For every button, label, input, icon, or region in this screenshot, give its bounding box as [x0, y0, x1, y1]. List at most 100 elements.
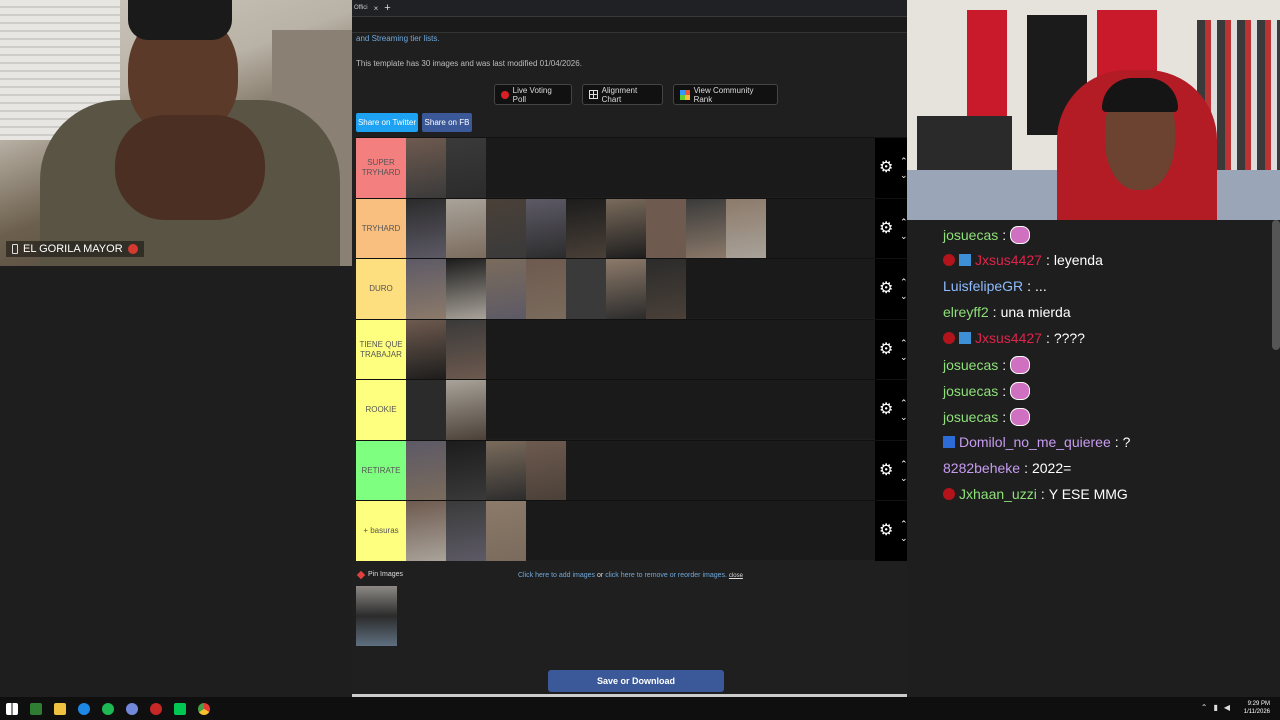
new-tab-icon[interactable]: + — [384, 2, 390, 14]
view-community-rank-button[interactable]: View Community Rank — [673, 84, 778, 105]
chevron-up-icon[interactable]: ⌃ — [900, 399, 907, 408]
browser-tab-title[interactable]: Offici — [354, 5, 368, 11]
tier-image[interactable] — [566, 198, 606, 259]
tier-image[interactable] — [406, 380, 446, 440]
chat-username[interactable]: Jxsus4427 — [975, 330, 1042, 346]
tier-label[interactable]: TRYHARD — [356, 198, 406, 259]
chevron-up-icon[interactable]: ⌃ — [1201, 703, 1208, 712]
description-link[interactable]: and Streaming tier lists. — [356, 34, 440, 43]
tier-label[interactable]: SUPER TRYHARD — [356, 138, 406, 198]
chevron-down-icon[interactable]: ⌄ — [900, 413, 907, 422]
chat-username[interactable]: josuecas — [943, 383, 998, 399]
tier-image[interactable] — [526, 198, 566, 259]
chevron-up-icon[interactable]: ⌃ — [900, 520, 907, 529]
chevron-down-icon[interactable]: ⌄ — [900, 473, 907, 483]
tier-image[interactable] — [406, 259, 446, 319]
chevron-up-icon[interactable]: ⌃ — [900, 459, 907, 469]
chat-username[interactable]: LuisfelipeGR — [943, 278, 1023, 294]
tier-image[interactable] — [406, 198, 446, 259]
gear-icon[interactable]: ⚙ — [879, 160, 893, 176]
taskbar-clock[interactable]: 9:29 PM 1/11/2026 — [1244, 700, 1270, 716]
tier-image[interactable] — [646, 198, 686, 259]
pin-images[interactable]: Pin Images — [356, 570, 403, 579]
chevron-up-icon[interactable]: ⌃ — [900, 338, 907, 348]
chevron-down-icon[interactable]: ⌄ — [900, 352, 907, 362]
alignment-chart-button[interactable]: Alignment Chart — [582, 84, 663, 105]
tier-image[interactable] — [486, 259, 526, 319]
taskbar-app-1[interactable] — [24, 697, 48, 720]
live-voting-poll-button[interactable]: Live Voting Poll — [494, 84, 572, 105]
unranked-image[interactable] — [356, 586, 397, 646]
tier-image[interactable] — [646, 259, 686, 319]
tier-image[interactable] — [606, 198, 646, 259]
chat-separator: : — [1002, 227, 1007, 243]
system-tray[interactable]: ⌃ ▮ ◀ — [1201, 703, 1230, 712]
gear-icon[interactable]: ⚙ — [879, 523, 893, 539]
address-bar[interactable] — [352, 17, 907, 33]
taskbar-explorer[interactable] — [48, 697, 72, 720]
tier-image[interactable] — [726, 198, 766, 259]
chevron-up-icon[interactable]: ⌃ — [900, 217, 907, 227]
remove-images-link[interactable]: click here to remove or reorder images. — [605, 572, 727, 579]
gear-icon[interactable]: ⚙ — [879, 402, 893, 418]
chevron-up-icon[interactable]: ⌃ — [900, 278, 907, 287]
chevron-down-icon[interactable]: ⌄ — [900, 231, 907, 241]
taskbar-app-2[interactable] — [168, 697, 192, 720]
chevron-up-icon[interactable]: ⌃ — [900, 157, 907, 166]
tier-label[interactable]: RETIRATE — [356, 440, 406, 501]
chat-username[interactable]: elreyff2 — [943, 304, 989, 320]
chat-username[interactable]: josuecas — [943, 357, 998, 373]
tier-image[interactable] — [446, 138, 486, 198]
tier-label[interactable]: DURO — [356, 259, 406, 319]
save-download-button[interactable]: Save or Download — [548, 670, 724, 692]
taskbar-discord[interactable] — [120, 697, 144, 720]
chat-username[interactable]: josuecas — [943, 227, 998, 243]
tier-image[interactable] — [526, 440, 566, 501]
tier-image[interactable] — [446, 501, 486, 561]
gear-icon[interactable]: ⚙ — [879, 220, 893, 237]
tier-image[interactable] — [446, 380, 486, 440]
chat-scrollbar[interactable] — [1272, 220, 1280, 350]
tier-image[interactable] — [486, 198, 526, 259]
tier-image[interactable] — [686, 198, 726, 259]
close-link[interactable]: close — [729, 573, 743, 579]
gear-icon[interactable]: ⚙ — [879, 462, 893, 479]
taskbar-edge[interactable] — [72, 697, 96, 720]
tier-image[interactable] — [566, 259, 606, 319]
taskbar-chrome[interactable] — [192, 697, 216, 720]
tier-label[interactable]: ROOKIE — [356, 380, 406, 440]
tier-image[interactable] — [406, 501, 446, 561]
tier-image[interactable] — [406, 440, 446, 501]
tier-image[interactable] — [446, 440, 486, 501]
tier-image[interactable] — [486, 501, 526, 561]
tier-image[interactable] — [406, 319, 446, 380]
add-images-link[interactable]: Click here to add images — [518, 572, 595, 579]
tier-image[interactable] — [406, 138, 446, 198]
tier-label[interactable]: + basuras — [356, 501, 406, 561]
chat-username[interactable]: josuecas — [943, 409, 998, 425]
chevron-down-icon[interactable]: ⌄ — [900, 292, 907, 301]
chevron-down-icon[interactable]: ⌄ — [900, 534, 907, 543]
chat-username[interactable]: Jxsus4427 — [975, 252, 1042, 268]
chevron-down-icon[interactable]: ⌄ — [900, 171, 907, 180]
chat-username[interactable]: Domilol_no_me_quieree — [959, 434, 1111, 450]
tier-image[interactable] — [446, 259, 486, 319]
tab-close-icon[interactable]: × — [374, 4, 379, 13]
gear-icon[interactable]: ⚙ — [879, 281, 893, 297]
volume-icon[interactable]: ◀ — [1224, 703, 1230, 712]
taskbar-obs[interactable] — [144, 697, 168, 720]
tier-label[interactable]: TIENE QUE TRABAJAR — [356, 319, 406, 380]
tier-image[interactable] — [486, 440, 526, 501]
chat-username[interactable]: 8282beheke — [943, 460, 1020, 476]
tier-image[interactable] — [526, 259, 566, 319]
taskbar-spotify[interactable] — [96, 697, 120, 720]
gear-icon[interactable]: ⚙ — [879, 341, 893, 358]
start-button[interactable] — [0, 697, 24, 720]
chat-username[interactable]: Jxhaan_uzzi — [959, 486, 1037, 502]
tier-image[interactable] — [446, 198, 486, 259]
tier-image[interactable] — [606, 259, 646, 319]
network-icon[interactable]: ▮ — [1213, 703, 1217, 712]
share-fb-button[interactable]: Share on FB — [422, 113, 472, 132]
share-twitter-button[interactable]: Share on Twitter — [356, 113, 418, 132]
tier-image[interactable] — [446, 319, 486, 380]
